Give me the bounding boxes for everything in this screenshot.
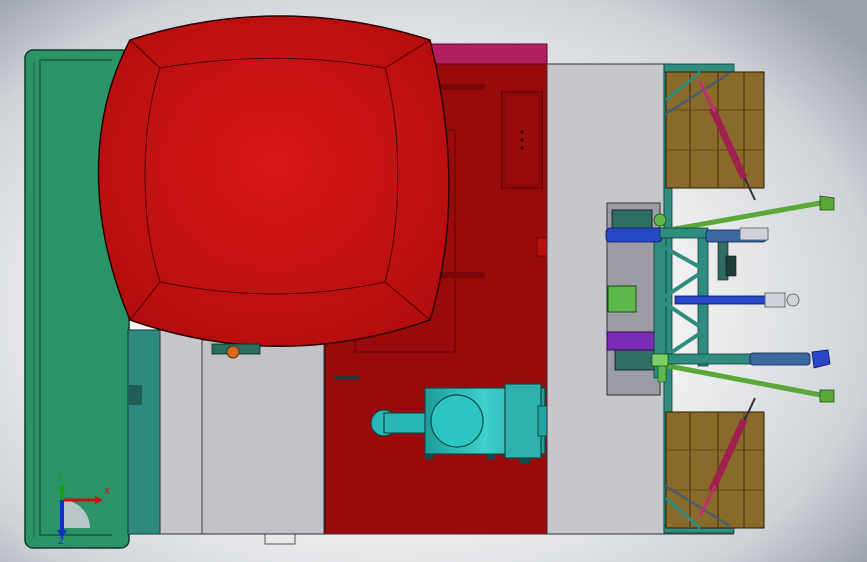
wood-box-bottom[interactable] (663, 411, 765, 530)
wood-box-top[interactable] (663, 70, 765, 189)
bottom-bracket (264, 533, 296, 545)
mount-block-bottom (614, 349, 656, 371)
cad-viewport[interactable]: X Y Z (0, 0, 867, 562)
rear-frame-top (663, 63, 735, 73)
purple-block (606, 331, 661, 351)
triad-z-label: Z (58, 537, 65, 547)
triad-x-label: X (104, 487, 111, 497)
fuel-tank[interactable] (97, 15, 450, 347)
pto-shaft[interactable] (607, 285, 637, 313)
side-rail-notch (128, 385, 142, 405)
triad-y-label: Y (58, 474, 64, 484)
side-rail (127, 329, 163, 535)
gray-panel-inner (201, 339, 325, 535)
tractor-top-view (24, 15, 835, 549)
